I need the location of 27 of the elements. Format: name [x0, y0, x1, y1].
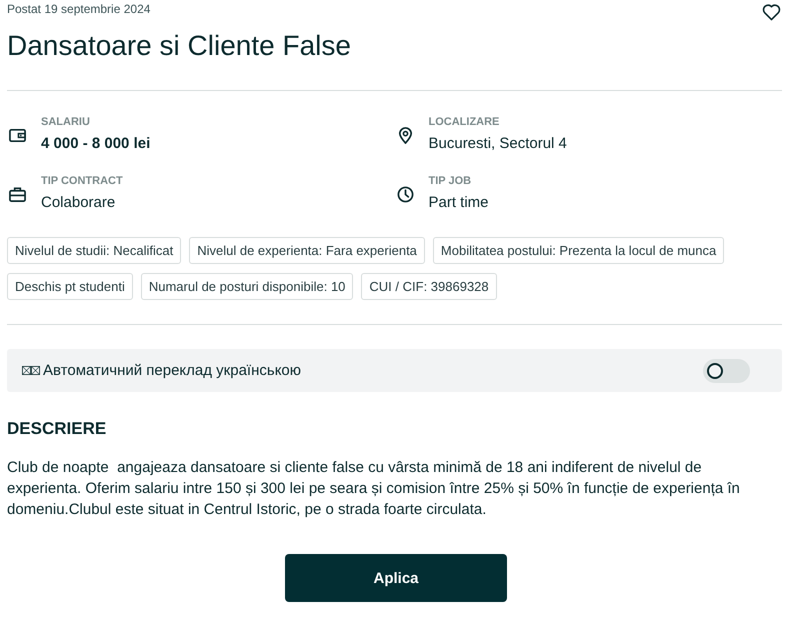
detail-label: SALARIU — [41, 115, 90, 129]
tag: Deschis pt studenti — [7, 273, 133, 300]
detail-label: TIP CONTRACT — [41, 174, 123, 188]
tag: Nivelul de experienta: Fara experienta — [189, 237, 425, 264]
detail-value: Bucuresti, Sectorul 4 — [428, 134, 567, 154]
location-pin-icon — [396, 127, 414, 144]
clock-icon — [396, 186, 414, 203]
tag: CUI / CIF: 39869328 — [361, 273, 497, 300]
missing-glyph-icon — [22, 366, 40, 375]
wallet-icon — [9, 127, 26, 144]
detail-label: LOCALIZARE — [428, 115, 500, 129]
tag: Numarul de posturi disponibile: 10 — [140, 273, 354, 300]
apply-button[interactable]: Aplica — [285, 554, 507, 602]
detail-value: 4 000 - 8 000 lei — [41, 134, 150, 154]
detail-value: Part time — [428, 193, 489, 213]
description-text: Club de noapte angajeaza dansatoare si cliente false cu vârsta minimă de 18 ani indiferent de nivelul de experienta. Oferim salariu intre 150 și 300 lei pe seara și comision între 25% și 50% în funcție de experiența în domeniu.Clubul este situat in Centrul Istoric, pe o strada foarte circulata. — [7, 458, 741, 520]
translation-toggle[interactable] — [703, 358, 750, 382]
job-title: Dansatoare si Cliente False — [7, 29, 351, 63]
posted-date: Postat 19 septembrie 2024 — [7, 2, 150, 16]
tag: Nivelul de studii: Necalificat — [7, 237, 182, 264]
heart-icon[interactable] — [762, 3, 781, 21]
section-heading: DESCRIERE — [7, 419, 106, 439]
detail-value: Colaborare — [41, 193, 116, 213]
briefcase-icon — [9, 186, 26, 203]
translation-label: Автоматичний переклад українською — [43, 362, 302, 379]
tag: Mobilitatea postului: Prezenta la locul de munca — [432, 237, 724, 264]
detail-label: TIP JOB — [428, 174, 472, 188]
